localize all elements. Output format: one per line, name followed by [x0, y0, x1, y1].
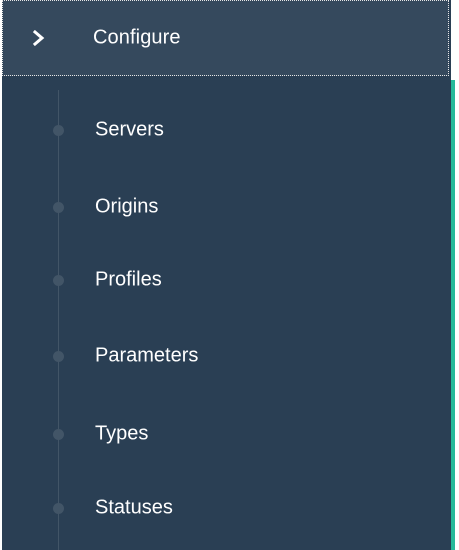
submenu-list: Servers Origins Profiles Parameters Type…	[2, 76, 449, 550]
tree-node-dot	[53, 503, 64, 514]
menu-section-configure[interactable]: Configure	[2, 0, 449, 76]
submenu-item-profiles[interactable]: Profiles	[2, 250, 449, 310]
submenu-item-label: Origins	[95, 195, 159, 218]
submenu-item-label: Statuses	[95, 496, 173, 519]
submenu-item-label: Profiles	[95, 268, 162, 291]
submenu-item-label: Parameters	[95, 344, 199, 367]
chevron-right-icon	[31, 29, 47, 47]
active-accent-bar	[451, 80, 455, 550]
tree-node-dot	[53, 351, 64, 362]
page: Configure Servers Origins Profiles Param…	[0, 0, 459, 550]
sidebar-menu: Configure Servers Origins Profiles Param…	[2, 0, 455, 550]
submenu-item-statuses[interactable]: Statuses	[2, 478, 449, 538]
submenu-item-origins[interactable]: Origins	[2, 177, 449, 237]
submenu-item-servers[interactable]: Servers	[2, 100, 449, 160]
submenu-item-label: Types	[95, 422, 149, 445]
tree-node-dot	[53, 125, 64, 136]
tree-node-dot	[53, 275, 64, 286]
menu-section-label: Configure	[93, 26, 181, 49]
tree-node-dot	[53, 202, 64, 213]
submenu-item-parameters[interactable]: Parameters	[2, 326, 449, 386]
tree-node-dot	[53, 429, 64, 440]
submenu-item-types[interactable]: Types	[2, 404, 449, 464]
submenu-item-label: Servers	[95, 118, 164, 141]
